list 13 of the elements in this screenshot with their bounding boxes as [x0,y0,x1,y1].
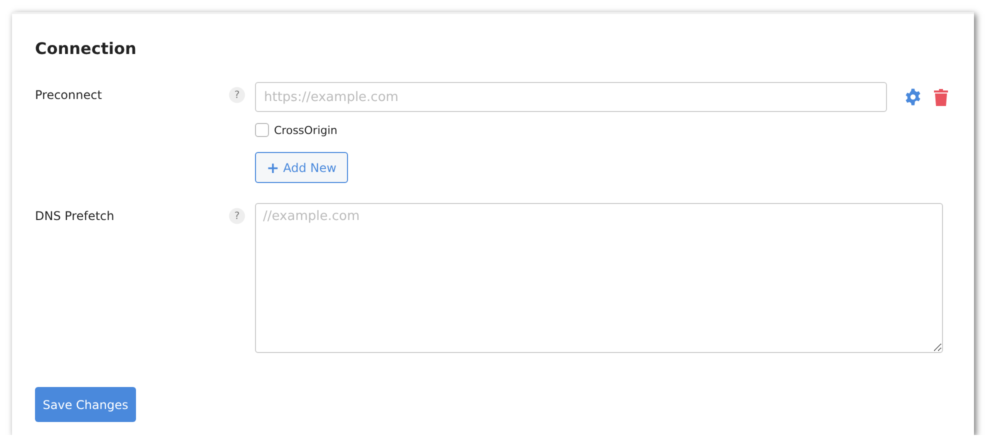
url-field[interactable]: https://example.com [255,82,887,112]
crossorigin-checkbox[interactable] [255,123,269,137]
save-changes-button[interactable]: Save Changes [35,387,136,422]
field-label: DNS Prefetch [35,208,116,223]
checkbox-label: CrossOrigin [274,124,338,136]
help-icon[interactable]: ? [229,208,245,224]
field-label: Preconnect [35,87,103,102]
settings-icon[interactable] [904,88,922,106]
add-new-button[interactable]: + Add New [255,152,348,183]
trash-icon[interactable] [934,88,948,106]
section-title: Connection [35,38,138,60]
domains-textarea[interactable]: //example.com [255,203,943,353]
help-icon[interactable]: ? [229,87,245,103]
